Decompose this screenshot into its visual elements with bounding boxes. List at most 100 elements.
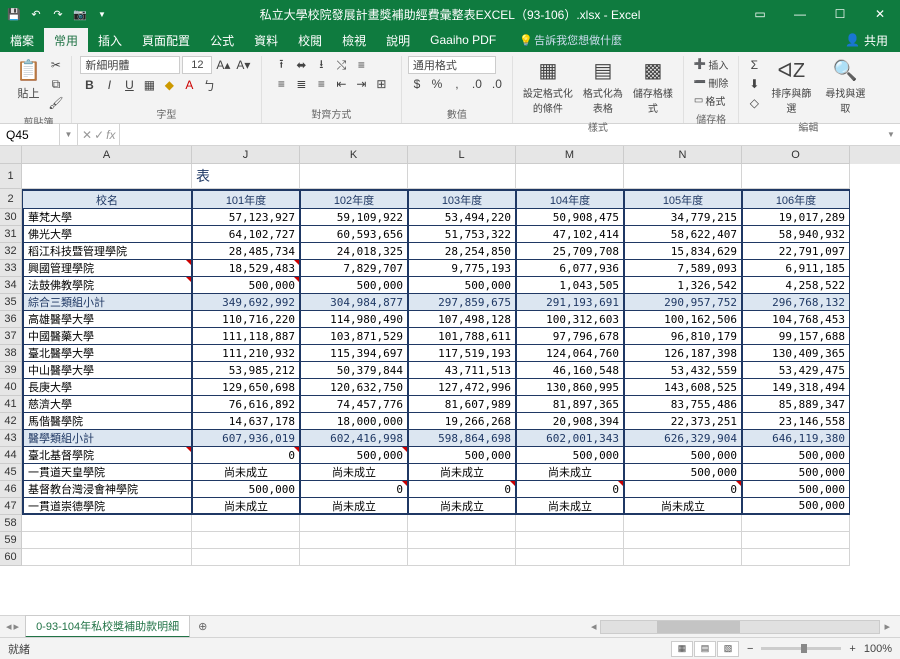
insert-cells-button[interactable]: ➕插入 [690, 56, 732, 73]
data-10-0[interactable]: 129,650,698 [192, 379, 300, 396]
comma-icon[interactable]: , [448, 75, 466, 93]
shrink-font-icon[interactable]: A▾ [234, 56, 252, 74]
fx-icon[interactable]: fx [106, 128, 115, 142]
empty[interactable] [742, 515, 850, 532]
row-header-42[interactable]: 42 [0, 413, 22, 430]
name-cell[interactable]: 馬偕醫學院 [22, 413, 192, 430]
col-header-J[interactable]: J [192, 146, 300, 164]
row-header-45[interactable]: 45 [0, 464, 22, 481]
conditional-format-button[interactable]: ▦設定格式化的條件 [519, 56, 577, 117]
data-1-4[interactable]: 58,622,407 [624, 226, 742, 243]
cell-blank[interactable] [408, 164, 516, 189]
bold-button[interactable]: B [80, 76, 98, 94]
row-header-1[interactable]: 1 [0, 164, 22, 189]
fill-icon[interactable]: ⬇ [745, 75, 763, 93]
menu-tab-檢視[interactable]: 檢視 [332, 28, 376, 52]
menu-tab-公式[interactable]: 公式 [200, 28, 244, 52]
data-16-3[interactable]: 0 [516, 481, 624, 498]
empty[interactable] [300, 549, 408, 566]
data-15-5[interactable]: 500,000 [742, 464, 850, 481]
menu-tab-說明[interactable]: 說明 [376, 28, 420, 52]
data-6-0[interactable]: 110,716,220 [192, 311, 300, 328]
data-12-1[interactable]: 18,000,000 [300, 413, 408, 430]
autosum-icon[interactable]: Σ [745, 56, 763, 74]
row-header-30[interactable]: 30 [0, 209, 22, 226]
data-11-5[interactable]: 85,889,347 [742, 396, 850, 413]
data-13-2[interactable]: 598,864,698 [408, 430, 516, 447]
delete-cells-button[interactable]: ➖刪除 [690, 74, 732, 91]
data-3-2[interactable]: 9,775,193 [408, 260, 516, 277]
data-5-1[interactable]: 304,984,877 [300, 294, 408, 311]
align-bottom-icon[interactable]: ⭳ [312, 56, 330, 74]
find-select-button[interactable]: 🔍尋找與選取 [819, 56, 871, 117]
cell-A1[interactable] [22, 164, 192, 189]
empty[interactable] [742, 549, 850, 566]
data-4-3[interactable]: 1,043,505 [516, 277, 624, 294]
dec-decimal-icon[interactable]: .0 [488, 75, 506, 93]
name-cell[interactable]: 高雄醫學大學 [22, 311, 192, 328]
row-header-40[interactable]: 40 [0, 379, 22, 396]
row-header-58[interactable]: 58 [0, 515, 22, 532]
data-15-4[interactable]: 500,000 [624, 464, 742, 481]
col-header-A[interactable]: A [22, 146, 192, 164]
data-5-2[interactable]: 297,859,675 [408, 294, 516, 311]
data-9-3[interactable]: 46,160,548 [516, 362, 624, 379]
data-3-5[interactable]: 6,911,185 [742, 260, 850, 277]
data-7-2[interactable]: 101,788,611 [408, 328, 516, 345]
data-13-1[interactable]: 602,416,998 [300, 430, 408, 447]
data-10-2[interactable]: 127,472,996 [408, 379, 516, 396]
data-0-5[interactable]: 19,017,289 [742, 209, 850, 226]
data-17-1[interactable]: 尚未成立 [300, 498, 408, 515]
data-2-1[interactable]: 24,018,325 [300, 243, 408, 260]
underline-button[interactable]: U [120, 76, 138, 94]
empty[interactable] [408, 532, 516, 549]
data-15-3[interactable]: 尚未成立 [516, 464, 624, 481]
col-header-M[interactable]: M [516, 146, 624, 164]
data-1-0[interactable]: 64,102,727 [192, 226, 300, 243]
data-1-3[interactable]: 47,102,414 [516, 226, 624, 243]
header-4[interactable]: 104年度 [516, 189, 624, 209]
data-2-3[interactable]: 25,709,708 [516, 243, 624, 260]
row-header-43[interactable]: 43 [0, 430, 22, 447]
data-8-4[interactable]: 126,187,398 [624, 345, 742, 362]
name-cell[interactable]: 稻江科技暨管理學院 [22, 243, 192, 260]
camera-icon[interactable]: 📷 [72, 6, 88, 22]
empty[interactable] [408, 549, 516, 566]
row-header-35[interactable]: 35 [0, 294, 22, 311]
phonetic-icon[interactable]: ㄅ [200, 76, 218, 94]
align-right-icon[interactable]: ≡ [312, 75, 330, 93]
align-middle-icon[interactable]: ⬌ [292, 56, 310, 74]
cut-icon[interactable]: ✂ [47, 56, 65, 74]
data-14-2[interactable]: 500,000 [408, 447, 516, 464]
undo-icon[interactable]: ↶ [28, 6, 44, 22]
data-5-0[interactable]: 349,692,992 [192, 294, 300, 311]
sheet-tab[interactable]: 0-93-104年私校獎補助款明細 [25, 615, 190, 638]
cell-blank[interactable] [624, 164, 742, 189]
formula-expand-icon[interactable]: ▼ [882, 124, 900, 145]
horizontal-scrollbar[interactable] [600, 620, 880, 634]
orientation-icon[interactable]: ⤭ [332, 56, 350, 74]
row-header-39[interactable]: 39 [0, 362, 22, 379]
data-10-5[interactable]: 149,318,494 [742, 379, 850, 396]
font-size-select[interactable]: 12 [182, 56, 212, 74]
normal-view-icon[interactable]: ▦ [671, 641, 693, 657]
name-cell[interactable]: 華梵大學 [22, 209, 192, 226]
data-9-5[interactable]: 53,429,475 [742, 362, 850, 379]
data-3-4[interactable]: 7,589,093 [624, 260, 742, 277]
data-17-4[interactable]: 尚未成立 [624, 498, 742, 515]
empty[interactable] [22, 532, 192, 549]
data-10-1[interactable]: 120,632,750 [300, 379, 408, 396]
save-icon[interactable]: 💾 [6, 6, 22, 22]
formula-input[interactable] [120, 124, 882, 145]
align-center-icon[interactable]: ≣ [292, 75, 310, 93]
data-8-1[interactable]: 115,394,697 [300, 345, 408, 362]
hscroll-left-icon[interactable]: ◂ [587, 620, 601, 633]
menu-tab-資料[interactable]: 資料 [244, 28, 288, 52]
col-header-O[interactable]: O [742, 146, 850, 164]
name-cell[interactable]: 長庚大學 [22, 379, 192, 396]
empty[interactable] [624, 532, 742, 549]
empty[interactable] [300, 515, 408, 532]
name-cell[interactable]: 興國管理學院 [22, 260, 192, 277]
maximize-button[interactable]: ☐ [820, 0, 860, 28]
data-8-3[interactable]: 124,064,760 [516, 345, 624, 362]
